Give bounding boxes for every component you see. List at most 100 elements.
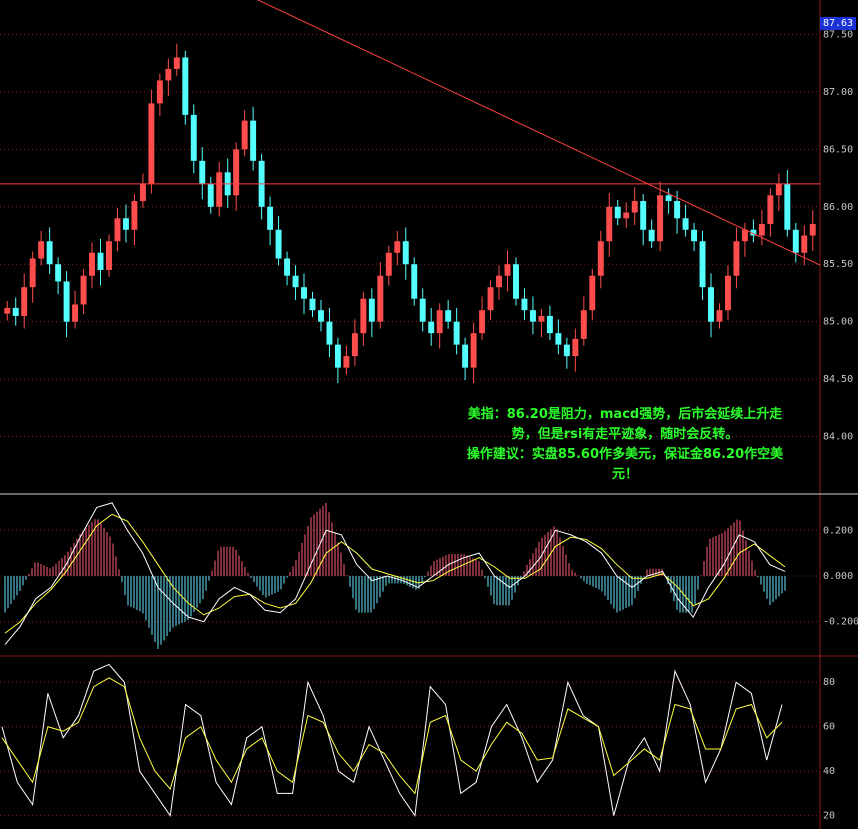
y-tick-label: -0.200 [823, 617, 858, 628]
analysis-note-line: 元！ [611, 467, 638, 482]
candle-body [38, 241, 45, 259]
candle-body [385, 252, 392, 276]
candle-body [784, 183, 791, 230]
y-tick-label: 87.50 [823, 29, 853, 40]
y-tick-label: 80 [823, 677, 835, 688]
analysis-note-line: 势，但是rsi有走平迹象，随时会反转。 [511, 427, 739, 442]
candle-body [716, 310, 723, 322]
y-tick-label: 20 [823, 811, 835, 822]
candle-body [657, 195, 664, 242]
y-tick-label: 0.200 [823, 525, 853, 536]
analysis-note-line: 操作建议：实盘85.60作多美元，保证金86.20作空美 [466, 447, 784, 462]
candle-body [801, 235, 808, 253]
candle-body [199, 160, 206, 184]
candle-body [318, 310, 324, 322]
candle-body [292, 275, 299, 288]
candle-body [97, 252, 104, 270]
candle-body [29, 258, 36, 288]
candle-body [428, 321, 435, 334]
candle-body [233, 149, 240, 196]
candle-body [665, 195, 672, 202]
candle-body [190, 114, 197, 161]
candle-body [513, 264, 519, 299]
y-tick-label: 85.00 [823, 317, 853, 328]
candle-body [708, 287, 714, 322]
trendline [256, 0, 821, 266]
candle-body [546, 315, 553, 334]
candle-body [555, 333, 562, 345]
candle-body [394, 241, 401, 253]
candle-body [631, 201, 638, 213]
candle-body [326, 321, 333, 345]
candle-body [368, 298, 375, 322]
candle-body [12, 307, 19, 316]
candle-body [614, 206, 621, 219]
macd-panel: 0.200 0.000 -0.200 [0, 502, 858, 657]
candle-body [207, 183, 214, 207]
candle-body [767, 195, 774, 225]
candle-body [250, 120, 257, 161]
candle-body [419, 298, 426, 322]
candle-body [741, 229, 748, 242]
candle-body [529, 310, 536, 322]
candle-body [351, 333, 358, 357]
candle-body [148, 103, 155, 184]
candle-body [640, 201, 647, 230]
candle-body [606, 206, 613, 242]
candle-body [758, 224, 765, 236]
candle-body [496, 275, 502, 288]
macd-signal-line [4, 513, 786, 634]
candle-body [623, 212, 630, 219]
candle-body [216, 172, 223, 207]
candle-body [46, 241, 53, 265]
candle-body [72, 304, 79, 322]
candle-body [139, 183, 146, 202]
candle-body [538, 315, 545, 322]
candle-body [80, 275, 87, 305]
candle-body [402, 241, 409, 265]
candle-body [809, 224, 816, 236]
candle-body [699, 241, 706, 288]
candle-body [156, 80, 163, 104]
y-tick-label: 60 [823, 722, 835, 733]
candle-body [504, 264, 511, 276]
candle-body [165, 68, 172, 81]
y-tick-label: 84.00 [823, 432, 853, 443]
candle-body [63, 281, 70, 322]
y-tick-label: 0.000 [823, 571, 853, 582]
candle-body [572, 338, 579, 357]
candle-body [691, 229, 698, 242]
candle-body [479, 310, 486, 334]
y-tick-label: 84.50 [823, 374, 853, 385]
candle-body [182, 57, 189, 115]
analysis-note-line: 美指：86.20是阻力，macd强势，后市会延续上升走 [467, 407, 783, 422]
macd-line [4, 502, 786, 645]
candle-body [131, 201, 138, 230]
y-tick-label: 85.50 [823, 259, 853, 270]
candle-body [792, 229, 799, 253]
candle-body [589, 275, 596, 311]
candle-body [241, 120, 248, 150]
rsi-panel: 80 60 40 20 [0, 663, 835, 822]
candle-body [89, 252, 95, 276]
candle-body [563, 344, 570, 357]
y-tick-label: 87.00 [823, 87, 853, 98]
candle-body [470, 333, 477, 368]
candle-body [267, 206, 274, 230]
candle-body [377, 275, 384, 322]
candle-body [453, 321, 460, 345]
candle-body [122, 218, 129, 230]
candle-body [301, 287, 307, 299]
current-price-badge: 87.63 [820, 17, 856, 30]
candle-body [725, 275, 731, 311]
candle-body [674, 201, 681, 219]
y-tick-label: 40 [823, 766, 835, 777]
candle-body [682, 218, 689, 230]
candle-body [106, 241, 112, 270]
candle-body [733, 241, 740, 276]
candle-body [173, 57, 180, 69]
candle-body [521, 298, 528, 311]
candle-body [343, 356, 350, 368]
candle-body [445, 310, 452, 322]
candle-body [597, 241, 604, 276]
